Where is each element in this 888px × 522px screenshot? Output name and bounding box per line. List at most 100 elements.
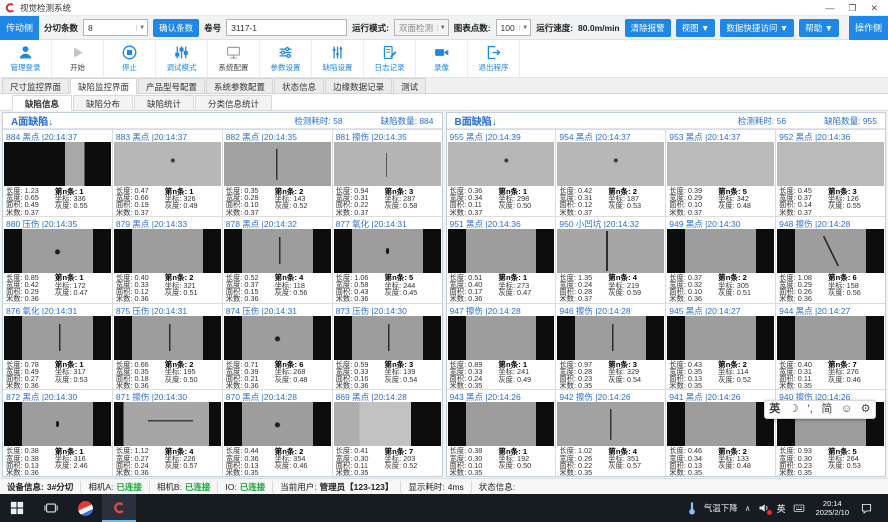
taskbar-app-vision-system[interactable] (102, 494, 136, 522)
parameter-settings-button[interactable]: 参数设置 (260, 40, 312, 77)
system-config-button[interactable]: 系统配置 (208, 40, 260, 77)
defect-thumbnail[interactable] (224, 402, 331, 446)
defect-thumbnail[interactable] (667, 229, 774, 273)
defect-thumbnail[interactable] (557, 229, 664, 273)
main-tab[interactable]: 缺陷监控界面 (70, 78, 137, 94)
ime-lang-indicator[interactable]: 英 (769, 401, 780, 418)
defect-thumbnail[interactable] (557, 402, 664, 446)
sub-tab[interactable]: 分类信息统计 (195, 95, 272, 110)
run-mode-select[interactable]: 双面检测 ▼ (394, 19, 449, 36)
start-menu-button[interactable] (0, 494, 34, 522)
defect-thumbnail[interactable] (667, 316, 774, 360)
defect-cell[interactable]: 884 黑点 |20:14:37长度: 1.23宽度: 0.65面积: 0.49… (3, 130, 112, 216)
ime-emoji-icon[interactable]: ☺ (841, 401, 852, 418)
defect-cell[interactable]: 880 压伤 |20:14:35长度: 0.85宽度: 0.42面积: 0.29… (3, 217, 112, 303)
defect-thumbnail[interactable] (777, 316, 884, 360)
defect-cell[interactable]: 947 擦伤 |20:14:28长度: 0.89宽度: 0.33面积: 0.24… (447, 304, 556, 390)
defect-cell[interactable]: 948 擦伤 |20:14:28长度: 1.08宽度: 0.29面积: 0.26… (776, 217, 885, 303)
taskbar-clock[interactable]: 20:14 2025/2/10 (812, 499, 853, 517)
tray-expand-icon[interactable]: ∧ (745, 504, 751, 513)
ime-moon-icon[interactable]: ☽ (789, 401, 799, 418)
confirm-count-button[interactable]: 确认条数 (153, 19, 199, 37)
defect-thumbnail[interactable] (334, 316, 441, 360)
task-view-button[interactable] (34, 494, 68, 522)
defect-thumbnail[interactable] (448, 316, 555, 360)
main-tab[interactable]: 产品型号配置 (138, 78, 205, 93)
volume-icon[interactable] (758, 502, 770, 514)
clear-alarm-button[interactable]: 清除报警 (625, 19, 671, 37)
defect-cell[interactable]: 946 擦伤 |20:14:28长度: 0.97宽度: 0.28面积: 0.23… (556, 304, 665, 390)
ime-punctuation-icon[interactable]: ’, (807, 401, 813, 418)
defect-cell[interactable]: 953 黑点 |20:14:37长度: 0.39宽度: 0.29面积: 0.10… (666, 130, 775, 216)
main-tab[interactable]: 尺寸监控界面 (2, 78, 69, 93)
debug-mode-button[interactable]: 调试模式 (156, 40, 208, 77)
defect-thumbnail[interactable] (4, 142, 111, 186)
defect-thumbnail[interactable] (448, 142, 555, 186)
defect-cell[interactable]: 949 黑点 |20:14:30长度: 0.37宽度: 0.32面积: 0.10… (666, 217, 775, 303)
defect-cell[interactable]: 955 黑点 |20:14:39长度: 0.36宽度: 0.34面积: 0.11… (447, 130, 556, 216)
roll-number-input[interactable] (226, 19, 347, 36)
defect-cell[interactable]: 954 黑点 |20:14:37长度: 0.42宽度: 0.31面积: 0.12… (556, 130, 665, 216)
panel-b-title[interactable]: B面缺陷↓ (455, 113, 700, 128)
log-record-button[interactable]: 日志记录 (364, 40, 416, 77)
chart-points-select[interactable]: 100 ▼ (496, 19, 532, 36)
defect-cell[interactable]: 881 擦伤 |20:14:35长度: 0.94宽度: 0.31面积: 0.22… (333, 130, 442, 216)
defect-cell[interactable]: 872 黑点 |20:14:30长度: 0.38宽度: 0.38面积: 0.13… (3, 390, 112, 476)
slit-count-select[interactable]: 8 ▼ (83, 19, 148, 36)
admin-login-button[interactable]: 管理登录 (0, 40, 52, 77)
taskbar-app-mail[interactable] (68, 494, 102, 522)
defect-cell[interactable]: 942 擦伤 |20:14:26长度: 1.02宽度: 0.26面积: 0.22… (556, 390, 665, 476)
defect-thumbnail[interactable] (334, 229, 441, 273)
sub-tab[interactable]: 缺陷分布 (73, 95, 133, 110)
operate-side-button[interactable]: 操作侧 (849, 16, 888, 40)
close-button[interactable]: ✕ (870, 1, 878, 15)
defect-cell[interactable]: 871 擦伤 |20:14:30长度: 1.12宽度: 0.27面积: 0.24… (113, 390, 222, 476)
defect-cell[interactable]: 951 黑点 |20:14:36长度: 0.51宽度: 0.40面积: 0.17… (447, 217, 556, 303)
ime-language-tray[interactable]: 英 (777, 502, 786, 515)
defect-thumbnail[interactable] (448, 402, 555, 446)
defect-cell[interactable]: 877 氧化 |20:14:31长度: 1.06宽度: 0.58面积: 0.43… (333, 217, 442, 303)
defect-thumbnail[interactable] (448, 229, 555, 273)
defect-thumbnail[interactable] (114, 402, 221, 446)
defect-cell[interactable]: 941 黑点 |20:14:26长度: 0.46宽度: 0.34面积: 0.13… (666, 390, 775, 476)
touch-keyboard-icon[interactable] (793, 502, 805, 514)
defect-cell[interactable]: 883 黑点 |20:14:37长度: 0.47宽度: 0.66面积: 0.19… (113, 130, 222, 216)
sub-tab[interactable]: 缺陷信息 (12, 95, 72, 111)
defect-thumbnail[interactable] (4, 402, 111, 446)
exit-program-button[interactable]: 退出程序 (468, 40, 520, 77)
defect-cell[interactable]: 944 黑点 |20:14:27长度: 0.40宽度: 0.31面积: 0.11… (776, 304, 885, 390)
drive-side-button[interactable]: 传动侧 (0, 16, 39, 40)
start-button[interactable]: 开始 (52, 40, 104, 77)
defect-cell[interactable]: 874 压伤 |20:14:31长度: 0.71宽度: 0.39面积: 0.21… (223, 304, 332, 390)
defect-cell[interactable]: 875 压伤 |20:14:31长度: 0.66宽度: 0.35面积: 0.18… (113, 304, 222, 390)
defect-thumbnail[interactable] (667, 402, 774, 446)
sub-tab[interactable]: 缺陷统计 (134, 95, 194, 110)
data-access-menu-button[interactable]: 数据快捷访问 ▼ (720, 19, 794, 37)
ime-toolbar[interactable]: 英 ☽ ’, 简 ☺ ⚙ (764, 400, 876, 419)
maximize-button[interactable]: ❐ (848, 1, 856, 15)
defect-thumbnail[interactable] (114, 316, 221, 360)
defect-thumbnail[interactable] (777, 142, 884, 186)
defect-cell[interactable]: 879 黑点 |20:14:33长度: 0.40宽度: 0.33面积: 0.12… (113, 217, 222, 303)
ime-simplified-indicator[interactable]: 简 (821, 401, 832, 418)
main-tab[interactable]: 边缘数据记录 (325, 78, 392, 93)
record-video-button[interactable]: 录像 (416, 40, 468, 77)
defect-cell[interactable]: 950 小凹坑 |20:14:32长度: 1.35宽度: 0.24面积: 0.2… (556, 217, 665, 303)
defect-thumbnail[interactable] (334, 402, 441, 446)
defect-cell[interactable]: 882 黑点 |20:14:35长度: 0.35宽度: 0.28面积: 0.10… (223, 130, 332, 216)
stop-button[interactable]: 停止 (104, 40, 156, 77)
defect-thumbnail[interactable] (4, 316, 111, 360)
weather-text[interactable]: 气温下降 (704, 502, 738, 514)
notification-center-icon[interactable] (860, 502, 873, 515)
defect-cell[interactable]: 945 黑点 |20:14:27长度: 0.43宽度: 0.35面积: 0.13… (666, 304, 775, 390)
defect-thumbnail[interactable] (224, 316, 331, 360)
defect-thumbnail[interactable] (114, 142, 221, 186)
minimize-button[interactable]: — (825, 1, 834, 15)
defect-cell[interactable]: 873 压伤 |20:14:30长度: 0.59宽度: 0.33面积: 0.16… (333, 304, 442, 390)
defect-cell[interactable]: 876 氧化 |20:14:31长度: 0.78宽度: 0.49面积: 0.27… (3, 304, 112, 390)
help-menu-button[interactable]: 帮助 ▼ (799, 19, 839, 37)
defect-cell[interactable]: 878 黑点 |20:14:32长度: 0.52宽度: 0.37面积: 0.15… (223, 217, 332, 303)
defect-settings-button[interactable]: 缺陷设置 (312, 40, 364, 77)
ime-settings-icon[interactable]: ⚙ (861, 401, 871, 418)
defect-thumbnail[interactable] (557, 316, 664, 360)
